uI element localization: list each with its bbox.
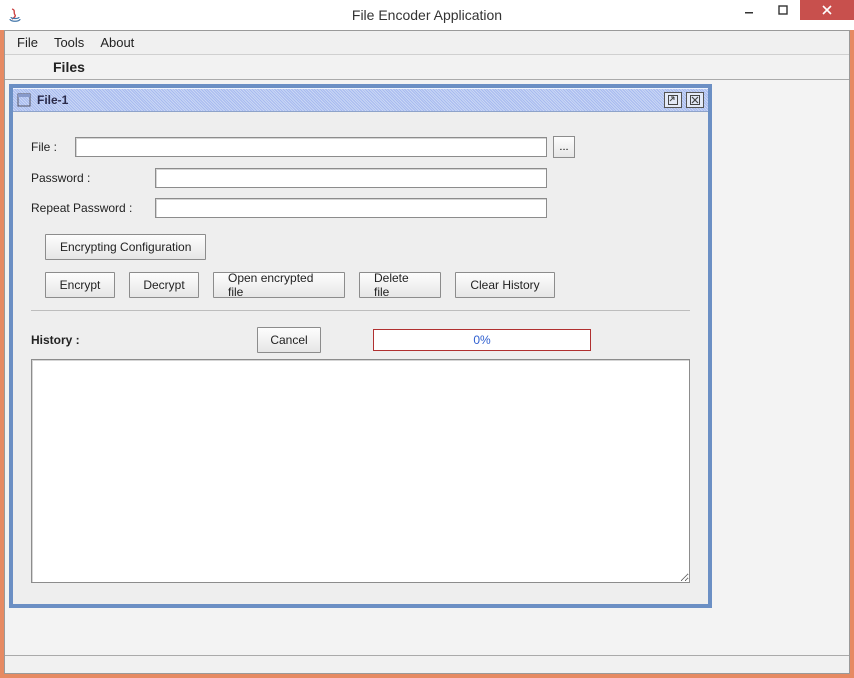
file-label: File : (31, 140, 75, 154)
status-bar (5, 655, 849, 673)
history-header: History : Cancel 0% (31, 327, 690, 353)
frame-close-button[interactable] (686, 92, 704, 108)
open-encrypted-file-button[interactable]: Open encrypted file (213, 272, 345, 298)
internal-frame-controls (664, 92, 704, 108)
password-label: Password : (31, 171, 155, 185)
action-row: Encrypt Decrypt Open encrypted file Dele… (31, 268, 690, 306)
menu-file[interactable]: File (9, 33, 46, 52)
maximize-button[interactable] (766, 0, 800, 20)
delete-file-button[interactable]: Delete file (359, 272, 441, 298)
repeat-password-input[interactable] (155, 198, 547, 218)
desktop-pane: File-1 File : ... (5, 79, 849, 657)
internal-frame-title: File-1 (37, 93, 68, 107)
minimize-button[interactable] (732, 0, 766, 20)
separator (31, 310, 690, 311)
encrypting-configuration-button[interactable]: Encrypting Configuration (45, 234, 206, 260)
repeat-password-label: Repeat Password : (31, 201, 155, 215)
browse-button[interactable]: ... (553, 136, 575, 158)
progress-value: 0% (473, 333, 490, 347)
repeat-password-row: Repeat Password : (31, 198, 690, 218)
internal-frame-body: File : ... Password : Repeat Password : … (13, 112, 708, 604)
section-heading-label: Files (53, 59, 85, 75)
history-label: History : (31, 333, 91, 347)
window-controls (732, 0, 854, 20)
window-title: File Encoder Application (352, 7, 502, 23)
config-row: Encrypting Configuration (31, 228, 690, 268)
frame-icon (17, 93, 31, 107)
menu-bar: File Tools About (5, 31, 849, 55)
file-input[interactable] (75, 137, 547, 157)
app-window: File Encoder Application File Tools Abou… (0, 0, 854, 678)
history-textarea[interactable] (31, 359, 690, 583)
frame-maximize-button[interactable] (664, 92, 682, 108)
cancel-button[interactable]: Cancel (257, 327, 321, 353)
java-icon (6, 6, 24, 24)
encrypt-button[interactable]: Encrypt (45, 272, 115, 298)
password-input[interactable] (155, 168, 547, 188)
outer-frame: File Tools About Files File-1 (4, 30, 850, 674)
internal-frame: File-1 File : ... (9, 84, 712, 608)
progress-bar: 0% (373, 329, 591, 351)
file-row: File : ... (31, 136, 690, 158)
menu-about[interactable]: About (92, 33, 142, 52)
section-heading: Files (5, 55, 849, 79)
password-row: Password : (31, 168, 690, 188)
internal-frame-titlebar[interactable]: File-1 (13, 88, 708, 112)
close-button[interactable] (800, 0, 854, 20)
clear-history-button[interactable]: Clear History (455, 272, 555, 298)
decrypt-button[interactable]: Decrypt (129, 272, 199, 298)
title-bar: File Encoder Application (0, 0, 854, 30)
menu-tools[interactable]: Tools (46, 33, 92, 52)
